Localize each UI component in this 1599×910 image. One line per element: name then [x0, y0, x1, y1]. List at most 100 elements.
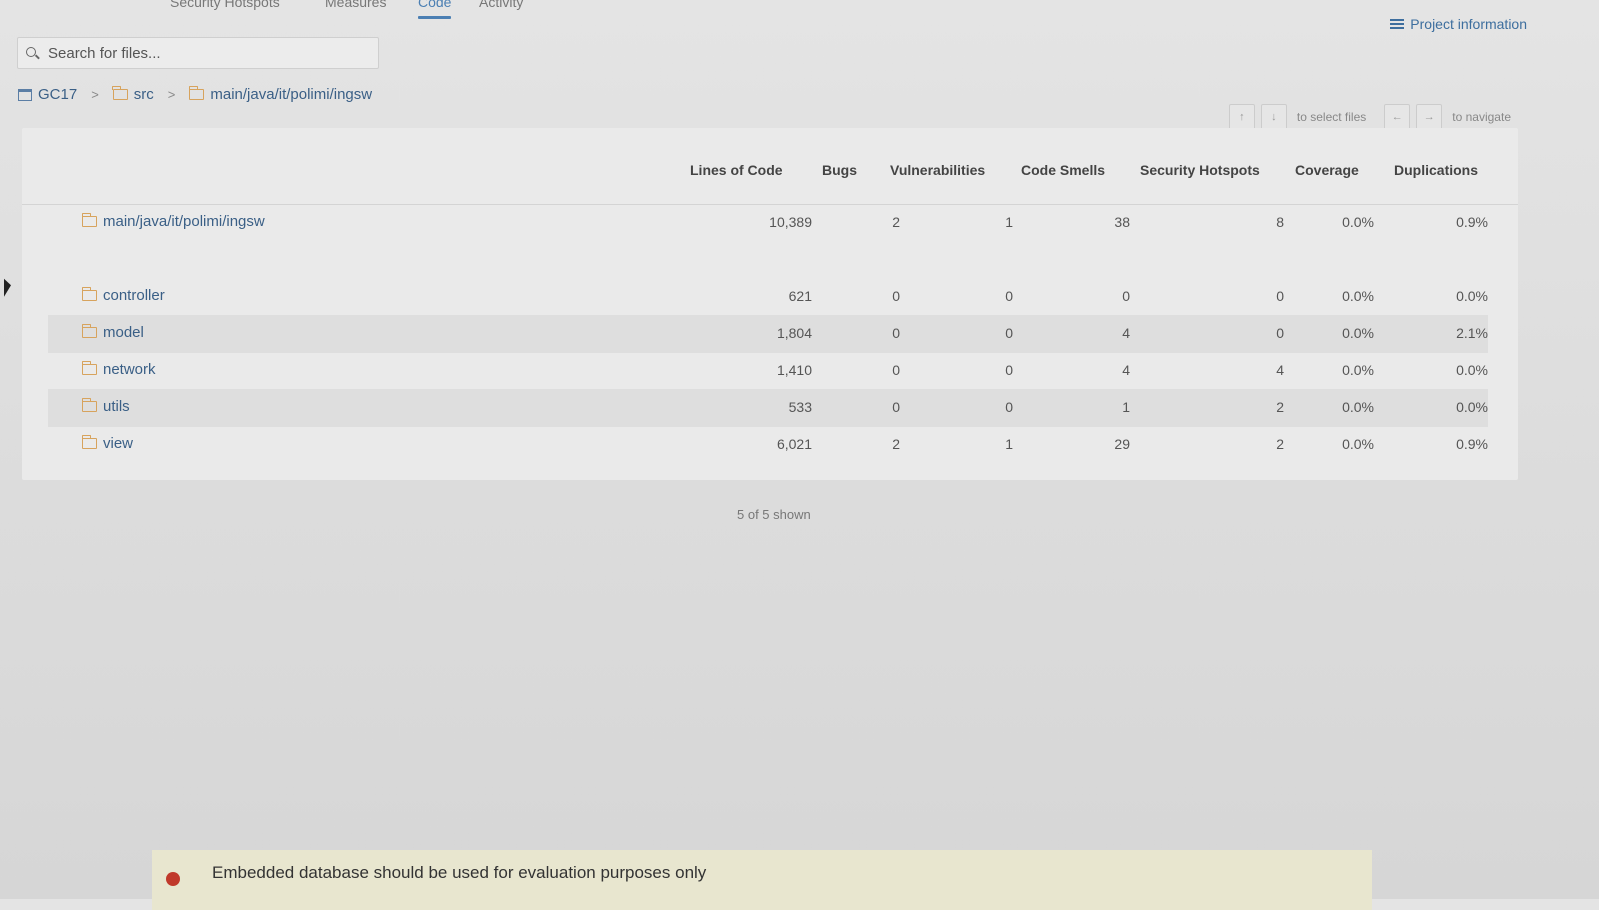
security-hotspots-value[interactable]: 2 [1276, 399, 1284, 415]
table-row[interactable]: utils 533 0 0 1 2 0.0% 0.0% [48, 389, 1488, 427]
arrow-right-key: → [1416, 104, 1443, 130]
select-files-hint: to select files [1296, 110, 1367, 124]
code-smells-value[interactable]: 0 [1122, 288, 1130, 304]
folder-name: controller [103, 287, 165, 304]
bugs-value[interactable]: 0 [892, 399, 900, 415]
lines-of-code-value[interactable]: 6,021 [777, 436, 812, 452]
footer-warning-message: Embedded database should be used for eva… [212, 863, 707, 882]
lines-of-code-value[interactable]: 1,410 [777, 362, 812, 378]
coverage-value[interactable]: 0.0% [1342, 288, 1374, 304]
column-header-duplications[interactable]: Duplications [1394, 162, 1478, 178]
breadcrumb-separator: > [167, 87, 176, 102]
folder-icon [81, 398, 97, 412]
table-row[interactable]: network 1,410 0 0 4 4 0.0% 0.0% [48, 352, 1488, 390]
breadcrumb-project[interactable]: GC17 [18, 86, 77, 103]
vulnerabilities-value[interactable]: 1 [1005, 214, 1013, 230]
breadcrumb-label: main/java/it/polimi/ingsw [210, 86, 373, 103]
lines-of-code-value[interactable]: 533 [789, 399, 812, 415]
code-smells-value[interactable]: 38 [1114, 214, 1130, 230]
duplications-value[interactable]: 0.9% [1456, 436, 1488, 452]
table-row[interactable]: controller 621 0 0 0 0 0.0% 0.0% [48, 278, 1488, 316]
duplications-value[interactable]: 0.0% [1456, 362, 1488, 378]
file-search-box [17, 37, 379, 69]
project-information-label: Project information [1410, 16, 1527, 32]
security-hotspots-value[interactable]: 8 [1276, 214, 1284, 230]
vulnerabilities-value[interactable]: 1 [1005, 436, 1013, 452]
list-icon [1390, 18, 1405, 30]
column-header-vulnerabilities[interactable]: Vulnerabilities [890, 162, 985, 178]
breadcrumb-separator: > [91, 87, 99, 102]
arrow-down-key: ↓ [1260, 104, 1287, 130]
security-hotspots-value[interactable]: 0 [1276, 288, 1284, 304]
folder-link[interactable]: controller [81, 287, 165, 304]
warning-icon [166, 872, 180, 886]
folder-icon [81, 435, 97, 449]
code-smells-value[interactable]: 4 [1122, 362, 1130, 378]
coverage-value[interactable]: 0.0% [1342, 214, 1374, 230]
duplications-value[interactable]: 0.9% [1456, 214, 1488, 230]
tab-code[interactable]: Code [418, 0, 452, 19]
folder-link[interactable]: utils [81, 398, 130, 415]
lines-of-code-value[interactable]: 621 [789, 288, 812, 304]
security-hotspots-value[interactable]: 4 [1276, 362, 1284, 378]
folder-name: model [103, 324, 144, 341]
coverage-value[interactable]: 0.0% [1342, 436, 1374, 452]
arrow-left-key: ← [1384, 104, 1411, 130]
code-table: Lines of Code Bugs Vulnerabilities Code … [22, 128, 1518, 480]
bugs-value[interactable]: 0 [892, 325, 900, 341]
duplications-value[interactable]: 0.0% [1456, 288, 1488, 304]
duplications-value[interactable]: 2.1% [1456, 325, 1488, 341]
table-row[interactable]: model 1,804 0 0 4 0 0.0% 2.1% [48, 315, 1488, 353]
lines-of-code-value[interactable]: 10,389 [769, 214, 812, 230]
code-smells-value[interactable]: 29 [1114, 436, 1130, 452]
folder-icon [188, 86, 205, 100]
breadcrumb: GC17 > src > main/java/it/polimi/ingsw [18, 86, 372, 103]
folder-link[interactable]: view [81, 435, 133, 452]
code-smells-value[interactable]: 1 [1122, 399, 1130, 415]
tab-activity[interactable]: Activity [479, 0, 523, 10]
vulnerabilities-value[interactable]: 0 [1005, 399, 1013, 415]
folder-icon [81, 287, 97, 301]
results-count: 5 of 5 shown [737, 507, 811, 522]
code-smells-value[interactable]: 4 [1122, 325, 1130, 341]
footer-warning-banner: Embedded database should be used for eva… [152, 850, 1372, 910]
breadcrumb-current: main/java/it/polimi/ingsw [188, 86, 373, 103]
coverage-value[interactable]: 0.0% [1342, 399, 1374, 415]
folder-name: utils [103, 398, 130, 415]
folder-icon [81, 213, 97, 227]
breadcrumb-src[interactable]: src [112, 86, 154, 103]
tab-measures[interactable]: Measures [325, 0, 386, 10]
project-information-link[interactable]: Project information [1390, 16, 1527, 32]
arrow-up-key: ↑ [1228, 104, 1255, 130]
breadcrumb-label: GC17 [38, 86, 78, 103]
vulnerabilities-value[interactable]: 0 [1005, 362, 1013, 378]
search-icon [26, 47, 38, 59]
column-header-bugs[interactable]: Bugs [822, 162, 857, 178]
search-input[interactable] [46, 43, 370, 63]
bugs-value[interactable]: 2 [892, 436, 900, 452]
folder-name: network [103, 361, 156, 378]
bugs-value[interactable]: 0 [892, 362, 900, 378]
folder-link[interactable]: network [81, 361, 156, 378]
column-header-coverage[interactable]: Coverage [1295, 162, 1359, 178]
column-header-code-smells[interactable]: Code Smells [1021, 162, 1105, 178]
bugs-value[interactable]: 2 [892, 214, 900, 230]
bugs-value[interactable]: 0 [892, 288, 900, 304]
duplications-value[interactable]: 0.0% [1456, 399, 1488, 415]
tab-security-hotspots[interactable]: Security Hotspots [170, 0, 280, 10]
vulnerabilities-value[interactable]: 0 [1005, 325, 1013, 341]
coverage-value[interactable]: 0.0% [1342, 325, 1374, 341]
security-hotspots-value[interactable]: 2 [1276, 436, 1284, 452]
vulnerabilities-value[interactable]: 0 [1005, 288, 1013, 304]
table-row[interactable]: view 6,021 2 1 29 2 0.0% 0.9% [48, 426, 1488, 464]
coverage-value[interactable]: 0.0% [1342, 362, 1374, 378]
mouse-cursor-icon [4, 278, 11, 300]
project-icon [18, 88, 32, 101]
folder-link[interactable]: model [81, 324, 144, 341]
breadcrumb-label: src [133, 86, 154, 103]
summary-folder-link[interactable]: main/java/it/polimi/ingsw [81, 213, 265, 230]
column-header-security-hotspots[interactable]: Security Hotspots [1140, 162, 1260, 178]
lines-of-code-value[interactable]: 1,804 [777, 325, 812, 341]
security-hotspots-value[interactable]: 0 [1276, 325, 1284, 341]
column-header-lines-of-code[interactable]: Lines of Code [690, 162, 783, 178]
